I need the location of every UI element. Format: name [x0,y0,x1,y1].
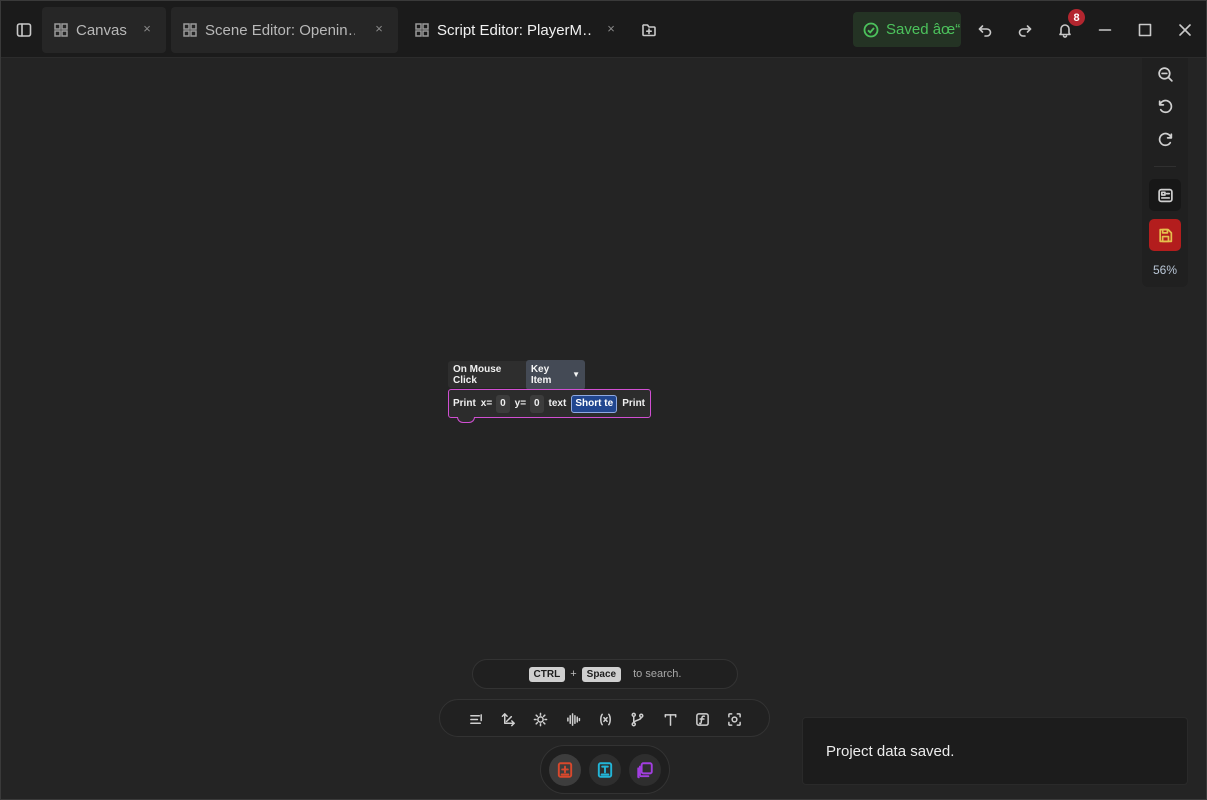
layout-grid-icon [415,23,429,37]
tab-label: Scene Editor: Openin… [205,21,355,39]
sound-category-icon[interactable] [563,709,583,729]
minimap-icon[interactable] [1149,179,1181,211]
rotate-right-icon[interactable] [1149,123,1181,155]
saved-status-button[interactable]: Saved âœ“ [853,12,961,47]
tab-label: Canvas [76,21,127,39]
close-window-icon[interactable] [1174,19,1196,41]
toolbar-divider [1154,166,1176,167]
panel-button-cyan[interactable] [589,754,621,786]
close-icon[interactable]: × [140,22,154,36]
print-block[interactable]: Print x= 0 y= 0 text Short te Print [448,389,651,418]
dropdown-value: Key Item [530,363,552,386]
zoom-level-label: 56% [1152,263,1178,277]
motion-category-icon[interactable] [498,709,518,729]
tab-label: Script Editor: PlayerM… [437,21,593,39]
panel-switcher [540,745,670,794]
canvas-right-toolbar: 56% [1142,58,1188,287]
looks-category-icon[interactable] [530,709,550,729]
app-window: Canvas × Scene Editor: Openin… × Script … [0,0,1207,800]
minimize-icon[interactable] [1094,19,1116,41]
title-bar: Canvas × Scene Editor: Openin… × Script … [1,1,1206,58]
save-icon [1158,228,1172,242]
x-param-label: x= [480,398,493,409]
rotate-left-icon[interactable] [1149,90,1181,122]
toast-notification: Project data saved. [802,717,1188,785]
space-key-badge: Space [581,666,622,682]
search-hint-bar[interactable]: CTRL + Space to search. [472,659,738,689]
block-connector-notch [457,417,475,423]
text-value-input[interactable]: Short te [571,394,618,413]
redo-icon[interactable] [1014,19,1036,41]
add-box-icon [557,762,573,778]
sidebar-toggle-icon[interactable] [13,19,35,41]
close-icon[interactable]: × [372,22,386,36]
new-tab-folder-icon[interactable] [638,19,660,41]
notification-count-badge: 8 [1068,9,1085,26]
function-category-icon[interactable] [692,709,712,729]
y-value-input[interactable]: 0 [530,394,544,413]
text-param-label: text [548,398,567,409]
sensing-category-icon[interactable] [724,709,744,729]
ctrl-key-badge: CTRL [528,666,566,682]
control-flow-category-icon[interactable] [627,709,647,729]
panel-button-red[interactable] [549,754,581,786]
plus-sign: + [570,668,577,680]
close-icon[interactable]: × [604,22,618,36]
saved-status-label: Saved âœ“ [886,21,961,38]
x-value-input[interactable]: 0 [496,394,510,413]
variables-category-icon[interactable] [595,709,615,729]
block-category-toolbar [439,699,770,737]
events-category-icon[interactable] [466,709,486,729]
search-hint-text: to search. [633,668,682,680]
event-target-dropdown[interactable]: Key Item ▼ [525,359,585,390]
save-button[interactable] [1149,219,1181,251]
undo-icon[interactable] [974,19,996,41]
layers-icon [637,762,653,779]
text-box-icon [597,762,613,778]
print-trailing-label: Print [622,398,646,409]
tab-script-editor[interactable]: Script Editor: PlayerM… × [403,7,630,53]
check-circle-icon [863,22,879,37]
event-block-label: On Mouse Click [453,363,502,386]
tab-scene-editor[interactable]: Scene Editor: Openin… × [171,7,398,53]
layout-grid-icon [54,23,68,37]
caret-down-icon: ▼ [572,370,580,379]
on-mouse-click-block[interactable]: On Mouse Click Key Item ▼ [448,359,585,390]
zoom-out-icon[interactable] [1149,58,1181,90]
tab-canvas[interactable]: Canvas × [42,7,166,53]
print-block-label: Print [453,398,476,409]
y-param-label: y= [514,398,527,409]
maximize-icon[interactable] [1134,19,1156,41]
toast-message: Project data saved. [826,742,955,760]
panel-button-purple[interactable] [629,754,661,786]
layout-grid-icon [183,23,197,37]
text-category-icon[interactable] [660,709,680,729]
